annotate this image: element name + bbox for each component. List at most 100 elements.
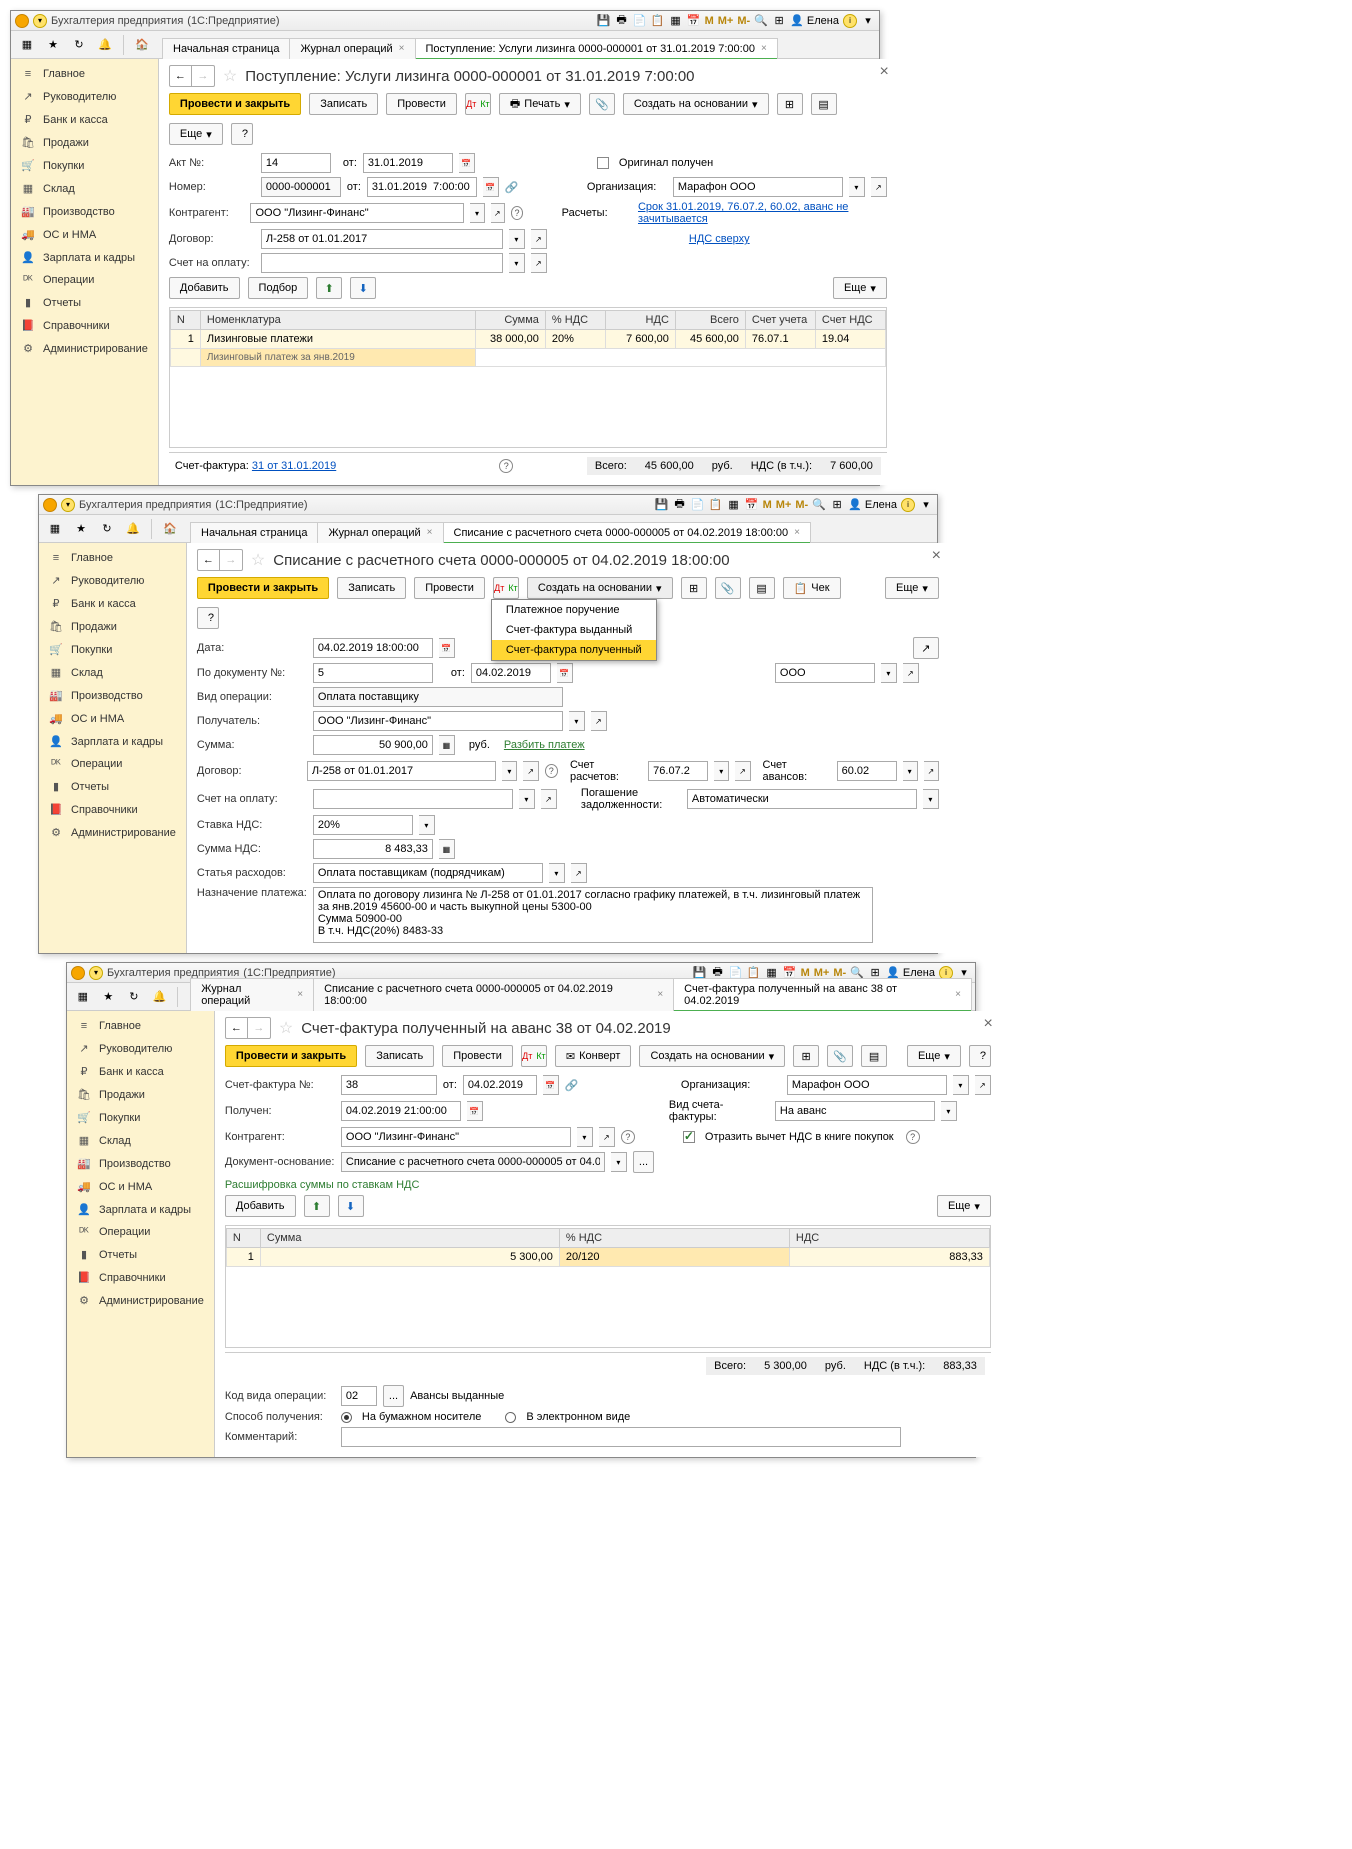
back-icon[interactable]: ← [198,550,220,570]
akt-input[interactable] [261,153,331,173]
side-assets[interactable]: 🚚ОС и НМА [39,707,186,730]
tab-doc1[interactable]: Поступление: Услуги лизинга 0000-000001 … [415,38,778,59]
kod-input[interactable] [341,1386,377,1406]
dropdown-icon[interactable]: ▾ [502,761,517,781]
post-close-button[interactable]: Провести и закрыть [197,577,329,599]
side-payroll[interactable]: 👤Зарплата и кадры [39,730,186,753]
side-refs[interactable]: 📕Справочники [39,798,186,821]
calendar-icon[interactable]: 📅 [687,14,701,28]
help-button[interactable]: ? [969,1045,991,1067]
side-operations[interactable]: ᴰᴷОперации [11,269,158,291]
document-icon[interactable]: 📄 [633,14,647,28]
grid-icon[interactable]: ▦ [727,498,741,512]
reflect-checkbox[interactable] [683,1131,695,1143]
forward-icon[interactable]: → [220,550,242,570]
close-icon[interactable]: × [932,547,941,565]
side-sales[interactable]: 🛍Продажи [39,615,186,638]
open-icon[interactable]: ↗ [541,789,557,809]
apps-icon[interactable]: ▦ [15,34,39,56]
side-reports[interactable]: ▮Отчеты [67,1243,214,1266]
docnum-input[interactable] [313,663,433,683]
vid-input[interactable] [775,1101,935,1121]
zoom-icon[interactable]: 🔍 [812,498,826,512]
close-icon[interactable]: × [297,989,303,1000]
favorites-icon[interactable]: ★ [69,518,93,540]
structure-button[interactable]: ⊞ [777,93,803,115]
select-button[interactable]: Подбор [248,277,309,299]
write-button[interactable]: Записать [337,577,406,599]
help-icon[interactable]: ? [511,206,524,220]
open-icon[interactable]: ↗ [924,761,939,781]
create-based-button[interactable]: Создать на основании ▾ [527,577,673,599]
original-checkbox[interactable] [597,157,609,169]
nds-table[interactable]: N Сумма % НДС НДС 1 5 300,00 20/120 883,… [226,1228,990,1267]
more-button[interactable]: Еще ▾ [907,1045,961,1067]
help-icon[interactable]: ? [499,459,513,473]
side-purchases[interactable]: 🛒Покупки [39,638,186,661]
side-manager[interactable]: ↗Руководителю [67,1037,214,1060]
side-bank[interactable]: ₽Банк и касса [11,108,158,131]
apps-icon[interactable]: ▦ [43,518,67,540]
calendar-icon[interactable]: 📅 [439,638,455,658]
m-plus-icon[interactable]: M+ [718,15,734,27]
side-production[interactable]: 🏭Производство [11,200,158,223]
save-icon[interactable]: 💾 [597,14,611,28]
kontr-input[interactable] [341,1127,571,1147]
table-row-note[interactable]: Лизинговый платеж за янв.2019 [170,349,885,367]
post-button[interactable]: Провести [386,93,457,115]
clipboard-icon[interactable]: 📋 [651,14,665,28]
got-input[interactable] [341,1101,461,1121]
schet-input[interactable] [261,253,503,273]
rasch-link[interactable]: Срок 31.01.2019, 76.07.2, 60.02, аванс н… [638,201,887,225]
print-icon[interactable]: 🖶 [673,498,687,512]
nds-link[interactable]: НДС сверху [689,233,750,245]
dropdown-icon[interactable]: ▾ [923,789,939,809]
back-icon[interactable]: ← [170,66,192,86]
side-admin[interactable]: ⚙Администрирование [39,821,186,844]
dropdown-icon[interactable]: ▾ [470,203,484,223]
help-icon[interactable]: ? [545,764,558,778]
open-icon[interactable]: ↗ [523,761,538,781]
back-icon[interactable]: ← [226,1018,248,1038]
side-sales[interactable]: 🛍Продажи [67,1083,214,1106]
document-icon[interactable]: 📄 [691,498,705,512]
open-icon[interactable]: ↗ [571,863,587,883]
dtkt-button[interactable]: ДтКт [521,1045,547,1067]
nazn-textarea[interactable] [313,887,873,943]
dropdown-icon[interactable]: ▾ [953,1075,969,1095]
star-icon[interactable]: ☆ [279,1018,293,1038]
more-button[interactable]: Еще ▾ [169,123,223,145]
stat-input[interactable] [313,863,543,883]
help-button[interactable]: ? [231,123,253,145]
open-icon[interactable]: ↗ [599,1127,615,1147]
home-icon[interactable]: 🏠 [130,34,154,56]
tab-journal[interactable]: Журнал операций× [289,38,415,59]
sumnds-input[interactable] [313,839,433,859]
tab-doc2[interactable]: Списание с расчетного счета 0000-000005 … [313,978,674,1011]
write-button[interactable]: Записать [309,93,378,115]
m-minus-icon[interactable]: M- [737,15,750,27]
list-button[interactable]: ▤ [811,93,837,115]
dropdown-icon[interactable]: ▾ [549,863,565,883]
side-assets[interactable]: 🚚ОС и НМА [67,1175,214,1198]
structure-button[interactable]: ⊞ [793,1045,819,1067]
side-reports[interactable]: ▮Отчеты [39,775,186,798]
side-bank[interactable]: ₽Банк и касса [39,592,186,615]
print-button[interactable]: 🖶 Печать ▾ [499,93,581,115]
link-icon[interactable]: 🔗 [505,181,519,194]
side-assets[interactable]: 🚚ОС и НМА [11,223,158,246]
konvert-button[interactable]: ✉ Конверт [555,1045,632,1067]
org-input2[interactable] [775,663,875,683]
tab-doc2[interactable]: Списание с расчетного счета 0000-000005 … [443,522,811,543]
close-icon[interactable]: × [657,989,663,1000]
dropdown-icon[interactable]: ▾ [509,253,525,273]
menu-icon[interactable]: ▾ [861,14,875,28]
calendar-icon[interactable]: 📅 [467,1101,483,1121]
close-icon[interactable]: × [399,43,405,54]
print-icon[interactable]: 🖶 [615,14,629,28]
forward-icon[interactable]: → [248,1018,270,1038]
move-down-button[interactable]: ⬇ [350,277,376,299]
dd-sf-issued[interactable]: Счет-фактура выданный [492,620,656,640]
history-icon[interactable]: ↻ [95,518,119,540]
acc-rasch-input[interactable] [648,761,708,781]
